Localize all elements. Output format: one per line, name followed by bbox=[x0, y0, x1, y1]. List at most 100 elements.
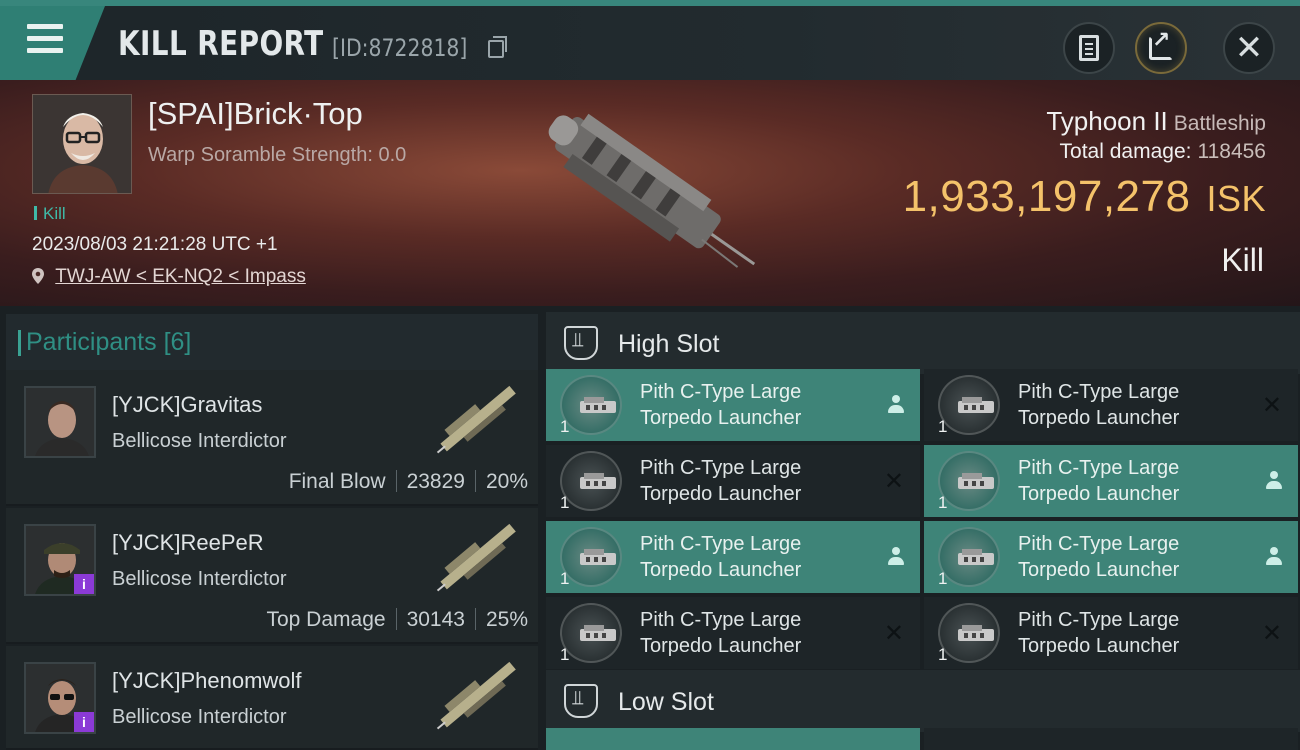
participant-name[interactable]: [YJCK]Gravitas bbox=[112, 392, 262, 418]
module-tile[interactable]: 1 Pith C-Type Large Torpedo Launcher ✕ bbox=[924, 597, 1298, 669]
module-name-line2: Torpedo Launcher bbox=[1018, 483, 1180, 505]
participant-avatar[interactable]: i bbox=[24, 524, 96, 596]
victim-name[interactable]: [SPAI]Brick·Top bbox=[148, 96, 363, 132]
module-tile[interactable]: 1 Pith C-Type Large Torpedo Launcher ✕ bbox=[546, 445, 920, 517]
participant-damage: 23829 bbox=[406, 470, 465, 493]
participant-percent: 20% bbox=[485, 470, 528, 493]
participant-name[interactable]: [YJCK]Phenomwolf bbox=[112, 668, 302, 694]
isk-value: 1,933,197,278 ISK bbox=[903, 172, 1266, 222]
ship-class: Battleship bbox=[1173, 112, 1266, 135]
module-name-line1: Pith C-Type Large bbox=[1018, 609, 1180, 631]
dropped-person-icon bbox=[888, 395, 904, 415]
module-quantity: 1 bbox=[560, 417, 570, 436]
participant-row[interactable]: [YJCK]Gravitas Bellicose Interdictor Fin… bbox=[6, 370, 538, 506]
participants-panel: Participants [6] [YJCK]Gravitas Bellicos… bbox=[0, 306, 540, 750]
location-link[interactable]: TWJ-AW < EK-NQ2 < Impass bbox=[55, 266, 306, 287]
participant-ship: Bellicose Interdictor bbox=[112, 706, 287, 728]
destroyed-x-icon: ✕ bbox=[883, 620, 904, 647]
module-name: Pith C-Type Large Torpedo Launcher bbox=[1018, 531, 1179, 583]
torpedo-launcher-icon bbox=[958, 625, 994, 641]
participants-count: [6] bbox=[163, 328, 192, 356]
kill-tag: Kill bbox=[34, 204, 66, 224]
module-quantity: 1 bbox=[560, 645, 570, 664]
header-bar: KILL REPORT [ID:8722818] ✕ bbox=[0, 0, 1300, 80]
close-button[interactable]: ✕ bbox=[1223, 22, 1275, 74]
torpedo-launcher-icon bbox=[580, 397, 616, 413]
warp-scramble-strength: Warp Soramble Strength: 0.0 bbox=[148, 144, 407, 166]
info-badge: i bbox=[74, 574, 94, 594]
participant-stats: Final Blow 23829 20% bbox=[289, 470, 528, 494]
participant-ship-image bbox=[436, 661, 516, 730]
module-name-line1: Pith C-Type Large bbox=[640, 609, 802, 631]
victim-ship[interactable]: Typhoon II Battleship bbox=[1046, 106, 1266, 137]
ship-name: Typhoon II bbox=[1046, 106, 1168, 136]
participants-title: Participants [6] bbox=[17, 328, 192, 357]
module-name: Pith C-Type Large Torpedo Launcher bbox=[640, 455, 801, 507]
module-name-line2: Torpedo Launcher bbox=[640, 559, 802, 581]
menu-button[interactable] bbox=[0, 6, 105, 80]
location-pin-icon bbox=[32, 268, 44, 284]
participant-avatar[interactable] bbox=[24, 386, 96, 458]
module-name: Pith C-Type Large Torpedo Launcher bbox=[1018, 607, 1179, 659]
torpedo-launcher-icon bbox=[958, 549, 994, 565]
module-partial[interactable] bbox=[546, 728, 920, 750]
clipboard-icon bbox=[1079, 35, 1099, 61]
module-tile[interactable]: 1 Pith C-Type Large Torpedo Launcher ✕ bbox=[546, 597, 920, 669]
total-damage-value: 118456 bbox=[1197, 140, 1266, 163]
module-quantity: 1 bbox=[560, 569, 570, 588]
module-name-line1: Pith C-Type Large bbox=[640, 457, 802, 479]
total-damage: Total damage: 118456 bbox=[1060, 140, 1266, 164]
module-name-line1: Pith C-Type Large bbox=[1018, 533, 1180, 555]
participant-ship: Bellicose Interdictor bbox=[112, 430, 287, 452]
isk-amount: 1,933,197,278 bbox=[902, 172, 1191, 221]
module-quantity: 1 bbox=[938, 645, 948, 664]
share-button[interactable] bbox=[1135, 22, 1187, 74]
participant-percent: 25% bbox=[485, 608, 528, 631]
module-tile[interactable]: 1 Pith C-Type Large Torpedo Launcher bbox=[546, 369, 920, 441]
module-name: Pith C-Type Large Torpedo Launcher bbox=[640, 531, 801, 583]
module-quantity: 1 bbox=[938, 417, 948, 436]
dropped-person-icon bbox=[888, 547, 904, 567]
menu-icon bbox=[27, 24, 63, 54]
participant-row[interactable]: i [YJCK]ReePeR Bellicose Interdictor Top… bbox=[6, 508, 538, 644]
module-name-line2: Torpedo Launcher bbox=[1018, 407, 1180, 429]
participants-title-label: Participants bbox=[26, 328, 157, 356]
kill-location[interactable]: TWJ-AW < EK-NQ2 < Impass bbox=[32, 266, 306, 288]
participant-avatar[interactable]: i bbox=[24, 662, 96, 734]
page-title: KILL REPORT bbox=[118, 24, 324, 64]
info-badge: i bbox=[74, 712, 94, 732]
fitting-panel: High Slot 1 Pith C-Type Large Torpedo Laun… bbox=[540, 306, 1300, 750]
module-name-line1: Pith C-Type Large bbox=[1018, 381, 1180, 403]
module-name-line1: Pith C-Type Large bbox=[640, 533, 802, 555]
module-name-line1: Pith C-Type Large bbox=[1018, 457, 1180, 479]
module-quantity: 1 bbox=[938, 493, 948, 512]
module-tile[interactable]: 1 Pith C-Type Large Torpedo Launcher bbox=[924, 445, 1298, 517]
module-name: Pith C-Type Large Torpedo Launcher bbox=[1018, 379, 1179, 431]
module-name: Pith C-Type Large Torpedo Launcher bbox=[640, 607, 801, 659]
kill-datetime: 2023/08/03 21:21:28 UTC +1 bbox=[32, 234, 278, 255]
victim-avatar[interactable] bbox=[32, 94, 132, 194]
participant-role: Top Damage bbox=[266, 608, 386, 631]
copy-icon[interactable] bbox=[488, 36, 507, 58]
module-name-line2: Torpedo Launcher bbox=[640, 407, 802, 429]
participant-stats: Top Damage 30143 25% bbox=[266, 608, 528, 632]
torpedo-launcher-icon bbox=[580, 473, 616, 489]
module-tile[interactable]: 1 Pith C-Type Large Torpedo Launcher ✕ bbox=[924, 369, 1298, 441]
participant-damage: 30143 bbox=[406, 608, 465, 631]
participant-ship-image bbox=[436, 523, 516, 592]
torpedo-launcher-icon bbox=[580, 625, 616, 641]
participant-row[interactable]: i [YJCK]Phenomwolf Bellicose Interdictor bbox=[6, 646, 538, 750]
participant-ship: Bellicose Interdictor bbox=[112, 568, 287, 590]
share-icon bbox=[1149, 27, 1173, 60]
module-tile[interactable]: 1 Pith C-Type Large Torpedo Launcher bbox=[546, 521, 920, 593]
module-partial[interactable] bbox=[924, 728, 1298, 750]
participant-name[interactable]: [YJCK]ReePeR bbox=[112, 530, 264, 556]
close-icon: ✕ bbox=[1234, 29, 1264, 67]
result-label: Kill bbox=[1221, 242, 1264, 278]
participant-role: Final Blow bbox=[288, 470, 386, 493]
module-tile[interactable]: 1 Pith C-Type Large Torpedo Launcher bbox=[924, 521, 1298, 593]
clipboard-button[interactable] bbox=[1063, 22, 1115, 74]
high-slot-icon bbox=[564, 326, 598, 360]
dropped-person-icon bbox=[1266, 471, 1282, 491]
destroyed-x-icon: ✕ bbox=[1261, 620, 1282, 647]
